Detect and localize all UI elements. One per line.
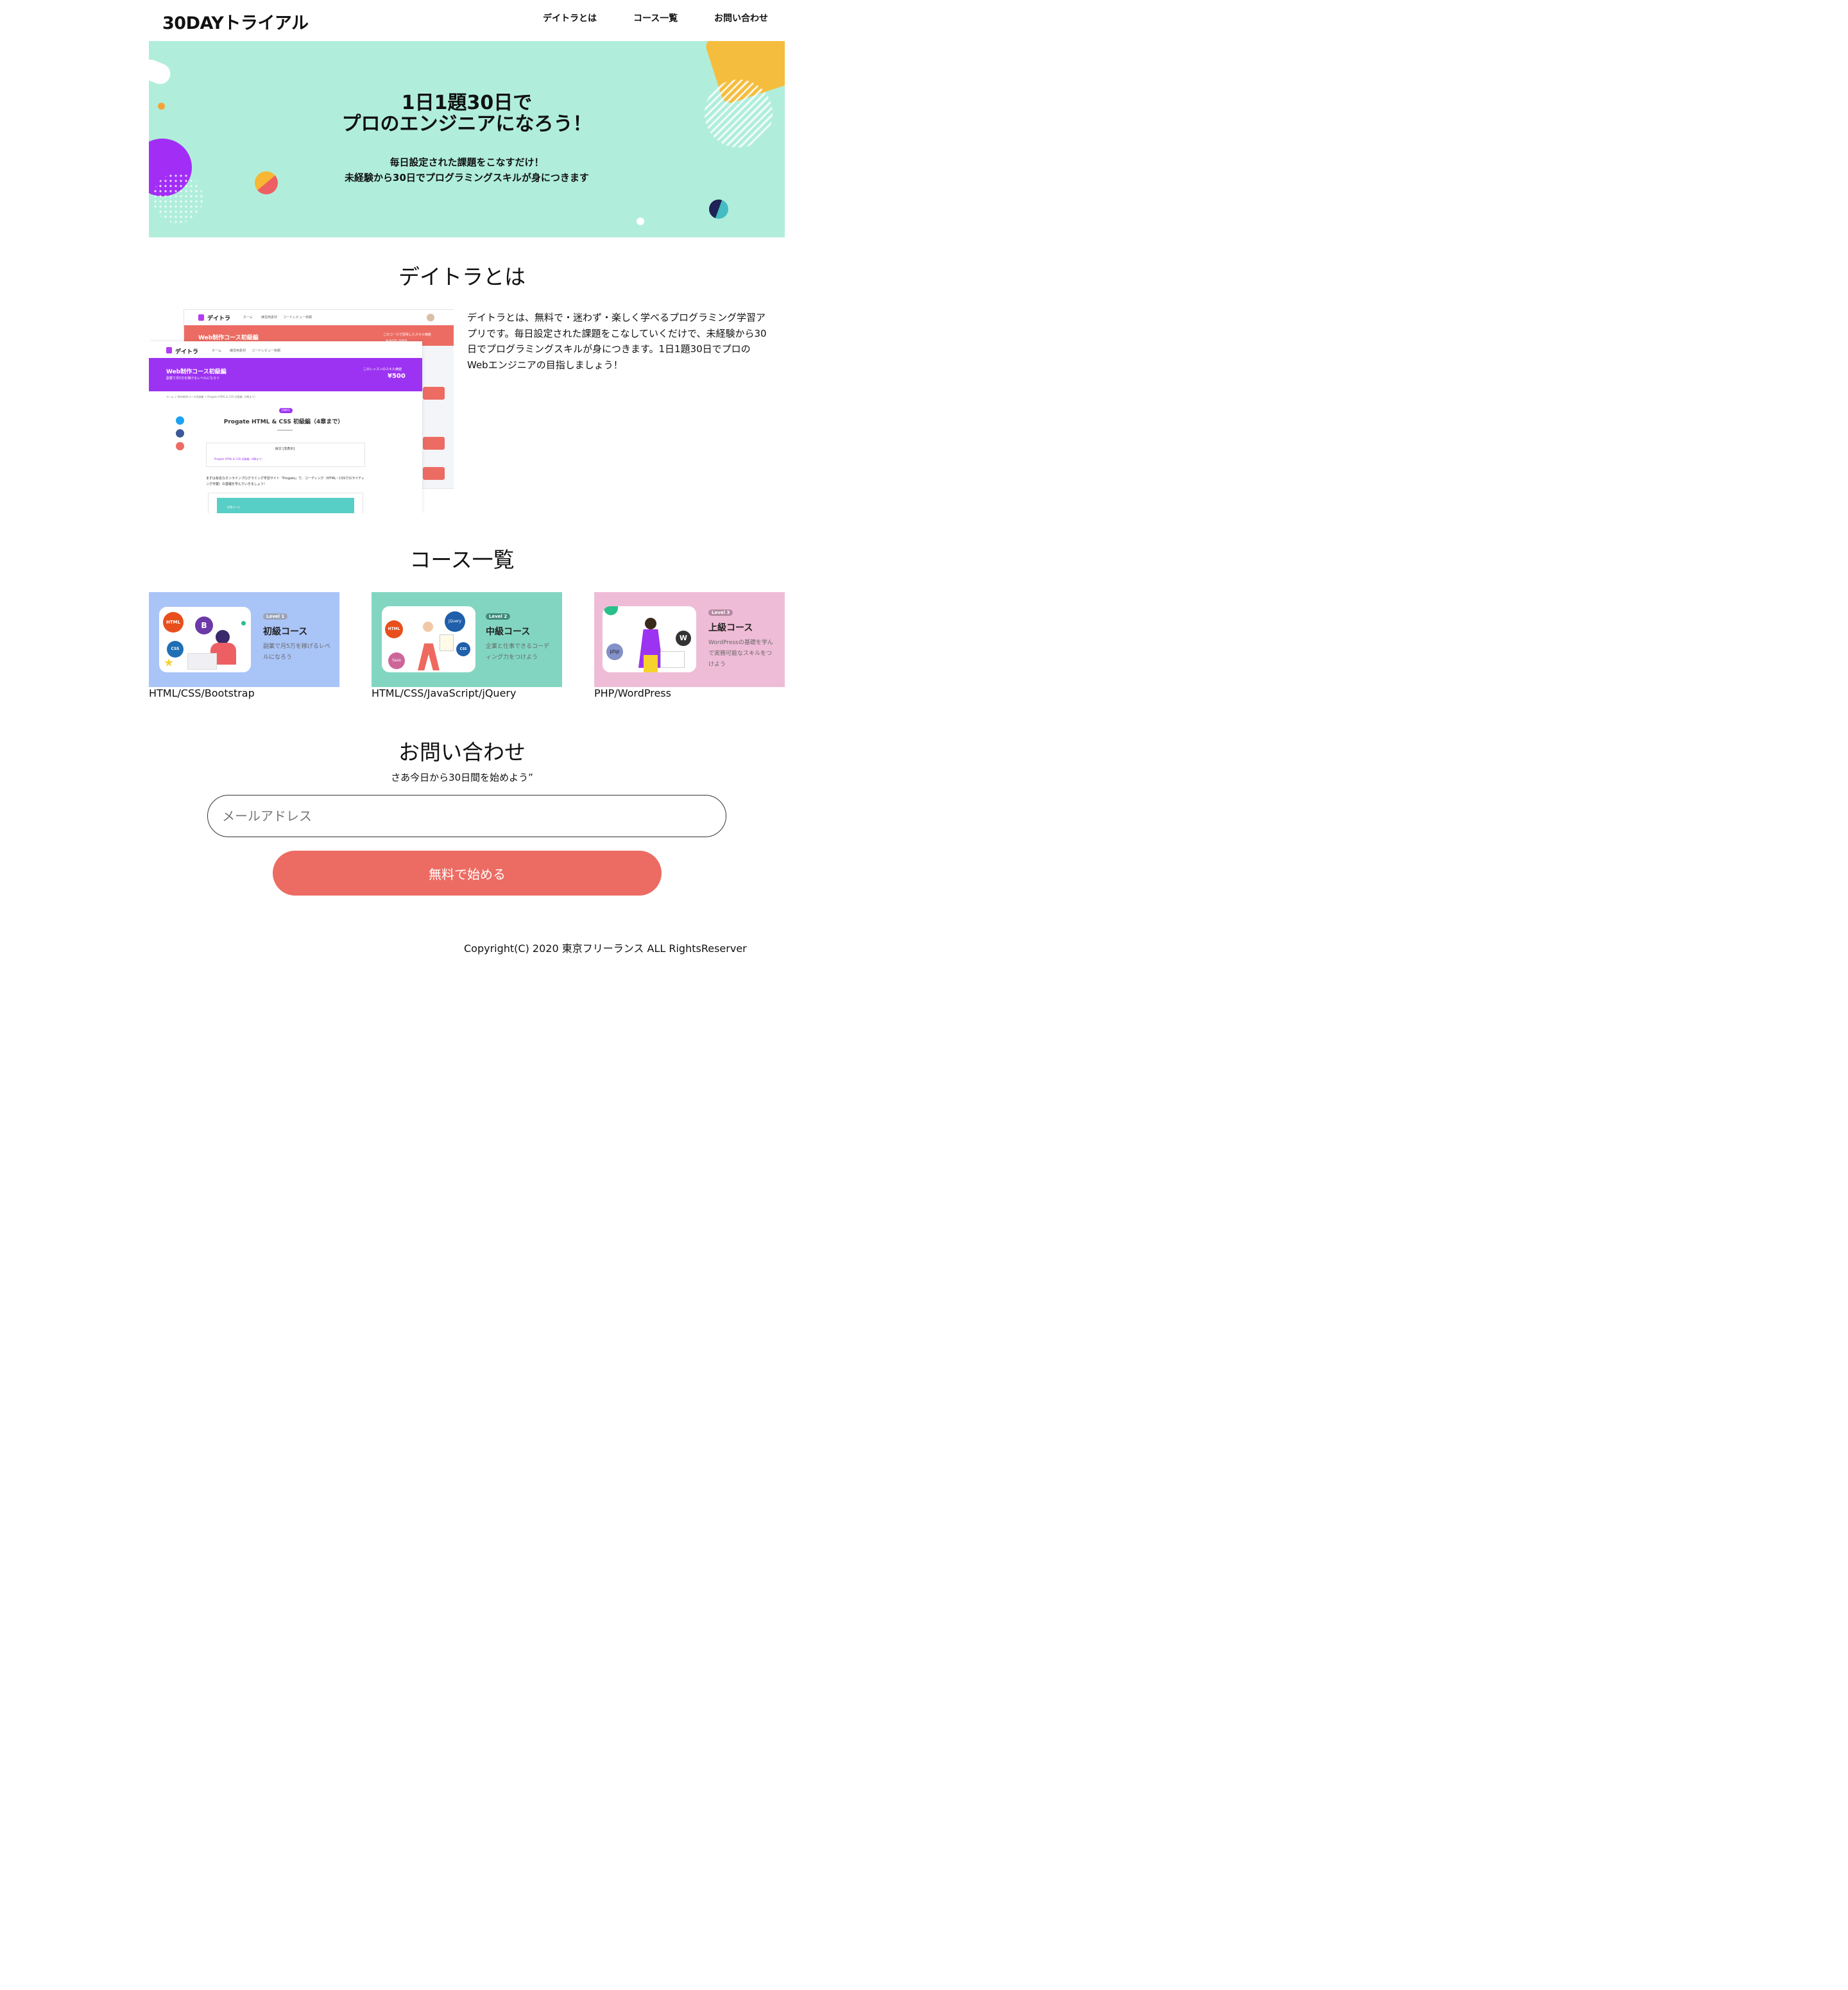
twitter-icon <box>176 416 184 425</box>
course-caption: HTML/CSS/Bootstrap <box>149 687 255 699</box>
back-button <box>423 437 445 450</box>
hero-title-line1: 1日1題30日で <box>401 92 533 114</box>
dot-icon <box>241 621 246 625</box>
screenshot-breadcrumb: ホーム > Web制作コース初級編 > Progate HTML & CSS 初… <box>166 395 257 398</box>
sparkle-icon <box>164 658 173 667</box>
screenshot-nav-materials: 練習用素材 <box>230 349 246 353</box>
brand-mark-icon <box>166 347 172 353</box>
screenshot-front-window: デイトラ ホーム 練習用素材 コードレビュー依頼 Web制作コース初級編 副業で… <box>149 341 422 513</box>
courses-section-title: コース一覧 <box>409 547 515 572</box>
css-badge-icon: CSS <box>167 641 184 658</box>
sass-badge-icon: Sass <box>388 652 405 669</box>
toc-item: Progate HTML & CSS 初級編（4章まで） <box>214 457 264 461</box>
screenshot-nav-materials: 練習用素材 <box>261 316 278 319</box>
about-section-title: デイトラとは <box>398 264 526 289</box>
hero-sub-line1: 毎日設定された課題をこなすだけ！ <box>389 157 544 168</box>
leg-illustration <box>644 655 658 672</box>
nav-link-contact[interactable]: お問い合わせ <box>714 12 768 24</box>
brand-mark-icon <box>198 314 204 321</box>
course-illustration: HTML B CSS <box>159 607 251 672</box>
html-badge-icon: HTML <box>163 612 184 633</box>
site-logo[interactable]: 30DAYトライアル <box>162 9 309 34</box>
course-description: 企業と仕事できるコーディング力をつけよう <box>486 643 549 661</box>
copyright-text: Copyright(C) 2020 東京フリーランス ALL RightsRes… <box>464 942 747 955</box>
screenshot-nav-review: コードレビュー依頼 <box>283 316 312 319</box>
nav-link-about[interactable]: デイトラとは <box>543 12 597 24</box>
front-price: ¥500 <box>388 373 406 380</box>
screenshot-nav-review: コードレビュー依頼 <box>252 349 281 353</box>
white-bar-shape <box>149 56 174 87</box>
nav-link-courses[interactable]: コース一覧 <box>633 12 678 24</box>
contact-subtitle: さあ今日から30日間を始めよう” <box>391 772 533 783</box>
day-badge: DAY1 <box>279 408 293 413</box>
hero-subtitle: 毎日設定された課題をこなすだけ！ 未経験から30日でプログラミングスキルが身につ… <box>149 155 785 185</box>
jquery-badge-icon: jQuery <box>445 611 465 632</box>
level-badge: Level 1 <box>263 613 288 620</box>
course-card-advanced[interactable]: php W Level 3 上級コース WordPressの基礎を学んで実務可能… <box>594 592 785 687</box>
hero-banner: 1日1題30日で プロのエンジニアになろう！ 毎日設定された課題をこなすだけ！ … <box>149 41 785 237</box>
browser-illustration <box>660 651 685 668</box>
level-badge: Level 3 <box>708 609 733 616</box>
contact-section-title: お問い合わせ <box>398 740 526 765</box>
course-name: 上級コース <box>708 623 753 633</box>
email-input[interactable] <box>207 795 726 837</box>
laptop-illustration <box>187 653 217 670</box>
html-badge-icon: HTML <box>385 620 403 638</box>
screenshot-nav-home: ホーム <box>243 316 253 319</box>
facebook-icon <box>176 429 184 438</box>
white-dot-shape <box>637 217 644 225</box>
level-badge: Level 2 <box>486 613 511 620</box>
course-illustration: php W <box>603 606 696 672</box>
hero-title-line2: プロのエンジニアになろう！ <box>341 113 592 135</box>
wordpress-badge-icon: W <box>676 631 691 646</box>
back-button <box>423 467 445 480</box>
lesson-title: Progate HTML & CSS 初級編（4章まで） <box>223 419 344 425</box>
person-illustration <box>645 618 656 629</box>
app-screenshot: デイトラ ホーム 練習用素材 コードレビュー依頼 Web制作コース初級編 このコ… <box>149 309 454 513</box>
hero-sub-line2: 未経験から30日でプログラミングスキルが身につきます <box>345 172 589 183</box>
course-illustration: HTML jQuery CSS Sass <box>382 606 475 672</box>
navy-teal-circle-shape <box>709 200 728 219</box>
screenshot-nav-home: ホーム <box>212 349 221 353</box>
person-illustration <box>216 630 230 644</box>
front-banner-sub: 副業で月5万を稼げるレベルになろう <box>166 377 220 380</box>
back-banner-title: Web制作コース初級編 <box>198 335 259 341</box>
php-badge-icon: php <box>606 643 623 660</box>
css-badge-icon: CSS <box>456 642 470 656</box>
course-name: 中級コース <box>486 627 531 637</box>
front-banner-title: Web制作コース初級編 <box>166 369 227 375</box>
back-button <box>423 387 445 400</box>
screenshot-brand: デイトラ <box>207 316 231 322</box>
lesson-body: まずは有名なオンラインプログラミング学習サイト「Progate」で、コーディング… <box>206 477 364 486</box>
course-description: WordPressの基礎を学んで実務可能なスキルをつけよう <box>708 640 773 668</box>
toc-label: 目次 [非表示] <box>275 447 295 451</box>
leaf-icon <box>604 606 618 615</box>
course-caption: PHP/WordPress <box>594 687 671 699</box>
about-description: デイトラとは、無料で・迷わず・楽しく学べるプログラミング学習アプリです。毎日設定… <box>467 312 767 371</box>
course-caption: HTML/CSS/JavaScript/jQuery <box>372 687 517 699</box>
inner-card-label: 学習コース <box>227 506 240 509</box>
course-description: 副業で月5万を稼げるレベルになろう <box>263 643 330 661</box>
course-card-intermediate[interactable]: HTML jQuery CSS Sass Level 2 中級コース 企業と仕事… <box>372 592 562 687</box>
chart-illustration <box>440 634 454 651</box>
front-price-label: このレッスンのスキル価値 <box>363 368 402 371</box>
screenshot-brand: デイトラ <box>175 349 199 355</box>
person-illustration <box>418 643 440 670</box>
start-free-button[interactable]: 無料で始める <box>273 851 662 896</box>
course-card-beginner[interactable]: HTML B CSS Level 1 初級コース 副業で月5万を稼げるレベルにな… <box>149 592 339 687</box>
course-name: 初級コース <box>263 627 308 637</box>
back-price-label: このコースで習得したスキル価値 <box>383 333 431 337</box>
person-illustration <box>423 622 433 632</box>
bootstrap-badge-icon: B <box>195 617 213 634</box>
hero-title: 1日1題30日で プロのエンジニアになろう！ <box>149 92 785 135</box>
avatar <box>427 314 434 321</box>
